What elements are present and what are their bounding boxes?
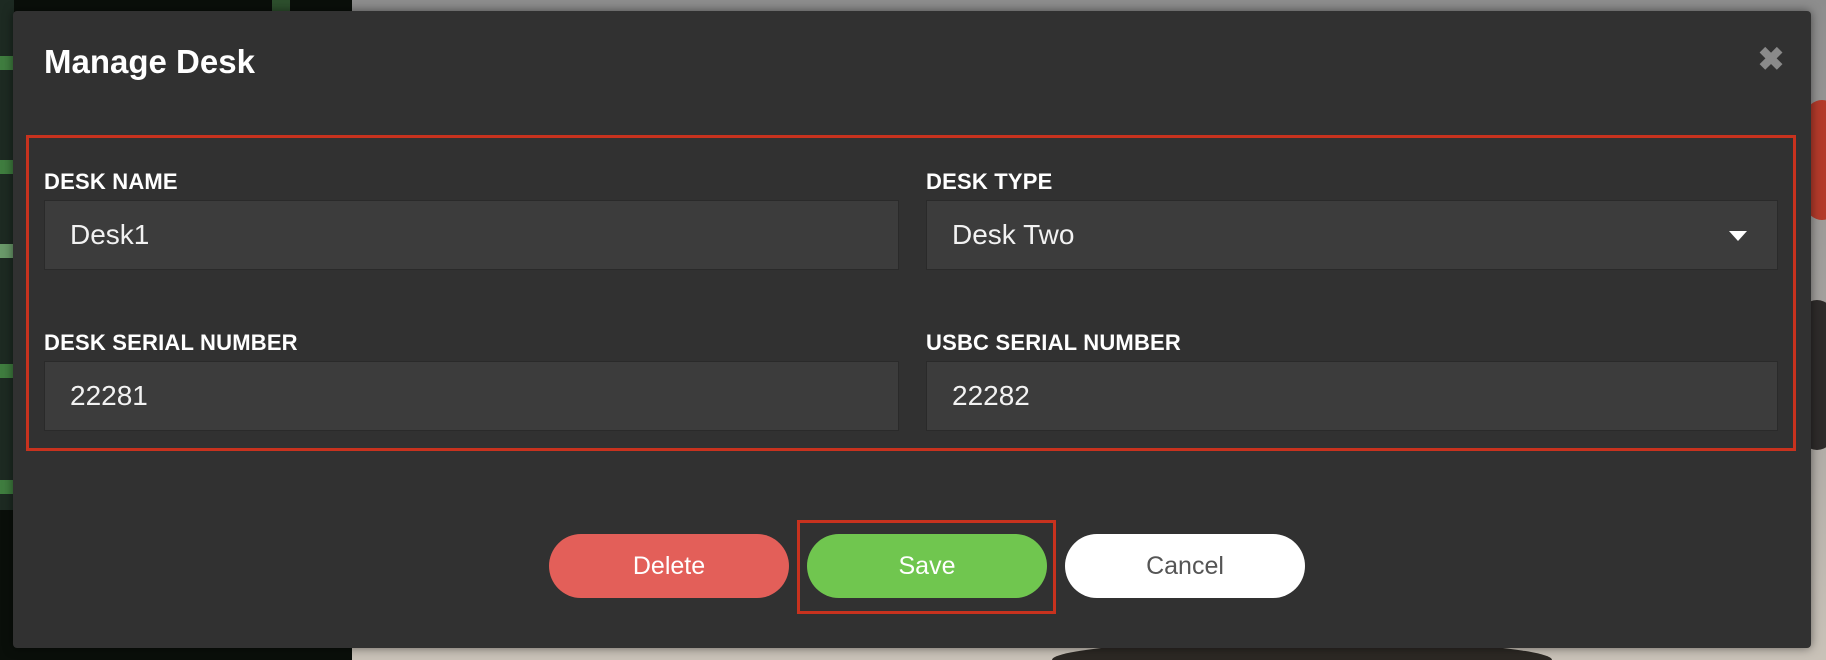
background-mark: [0, 244, 14, 258]
desk-serial-value: 22281: [70, 380, 148, 411]
manage-desk-modal: Manage Desk ✖ DESK NAME Desk1 DESK TYPE …: [13, 11, 1811, 648]
cancel-button[interactable]: Cancel: [1065, 534, 1305, 598]
desk-serial-input[interactable]: 22281: [44, 361, 899, 431]
desk-serial-label: DESK SERIAL NUMBER: [44, 330, 298, 355]
delete-button[interactable]: Delete: [549, 534, 789, 598]
usbc-serial-input[interactable]: 22282: [926, 361, 1778, 431]
save-button[interactable]: Save: [807, 534, 1047, 598]
desk-type-value: Desk Two: [952, 219, 1075, 250]
desk-name-label: DESK NAME: [44, 169, 178, 194]
background-mark: [0, 56, 14, 70]
caret-down-icon: [1729, 231, 1747, 241]
desk-name-value: Desk1: [70, 219, 150, 250]
background-mark: [0, 364, 14, 378]
desk-type-select[interactable]: Desk Two: [926, 200, 1778, 270]
close-icon[interactable]: ✖: [1757, 43, 1785, 75]
background-mark: [0, 480, 14, 494]
background-mark: [0, 160, 14, 174]
desk-type-label: DESK TYPE: [926, 169, 1053, 194]
modal-title: Manage Desk: [44, 43, 255, 80]
usbc-serial-value: 22282: [952, 380, 1030, 411]
desk-name-input[interactable]: Desk1: [44, 200, 899, 270]
usbc-serial-label: USBC SERIAL NUMBER: [926, 330, 1181, 355]
